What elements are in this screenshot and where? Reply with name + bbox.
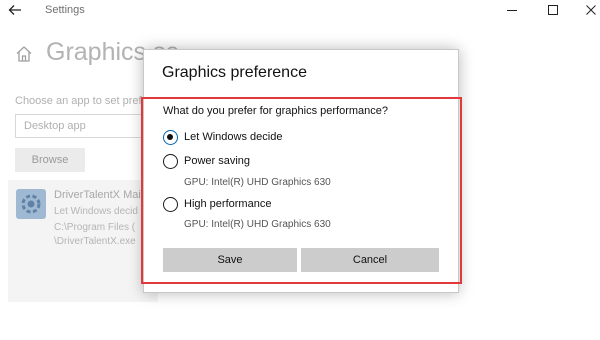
- cancel-button[interactable]: Cancel: [301, 248, 439, 272]
- power-saving-gpu-label: GPU: Intel(R) UHD Graphics 630: [184, 177, 331, 188]
- dialog-title: Graphics preference: [162, 64, 307, 81]
- app-path-line1: C:\Program Files (: [54, 222, 136, 233]
- app-type-select[interactable]: Desktop app: [15, 114, 155, 138]
- dialog-question: What do you prefer for graphics performa…: [163, 105, 389, 117]
- app-path-line2: \DriverTalentX.exe: [54, 236, 136, 247]
- high-performance-gpu-label: GPU: Intel(R) UHD Graphics 630: [184, 219, 331, 230]
- radio-let-windows-decide[interactable]: [163, 130, 178, 145]
- app-name: DriverTalentX Mai: [54, 189, 141, 201]
- app-gear-icon: [16, 189, 46, 219]
- choose-app-label: Choose an app to set prefe: [15, 95, 148, 107]
- home-icon[interactable]: [14, 44, 34, 64]
- save-button[interactable]: Save: [163, 248, 297, 272]
- option-label-high-performance[interactable]: High performance: [184, 198, 271, 210]
- option-label-power-saving[interactable]: Power saving: [184, 155, 250, 167]
- app-preference: Let Windows decid: [54, 206, 138, 217]
- browse-button[interactable]: Browse: [15, 148, 85, 172]
- radio-power-saving[interactable]: [163, 154, 178, 169]
- radio-high-performance[interactable]: [163, 197, 178, 212]
- option-label-let-windows-decide[interactable]: Let Windows decide: [184, 131, 282, 143]
